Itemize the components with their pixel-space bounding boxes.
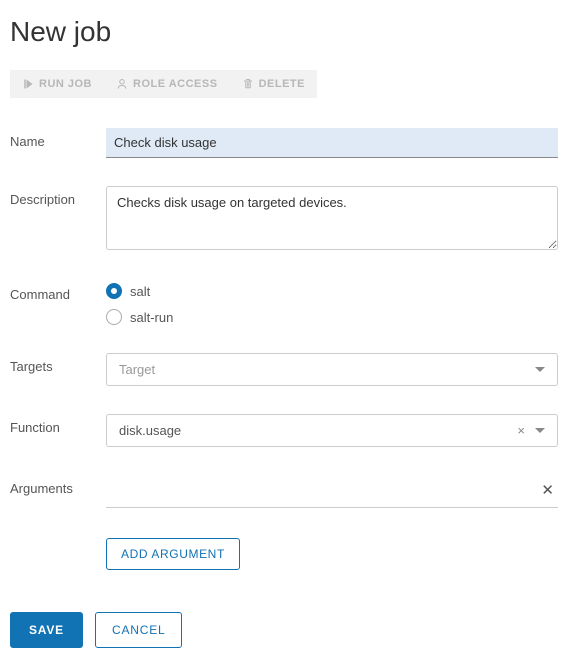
name-label: Name	[10, 128, 106, 149]
radio-unchecked-icon	[106, 309, 122, 325]
argument-row: ✕	[106, 475, 558, 508]
targets-placeholder: Target	[119, 362, 155, 377]
add-argument-button[interactable]: ADD ARGUMENT	[106, 538, 240, 570]
person-icon	[116, 78, 128, 90]
name-input[interactable]	[106, 128, 558, 158]
chevron-down-icon	[535, 428, 545, 433]
page-title: New job	[10, 16, 558, 48]
function-select[interactable]: disk.usage ×	[106, 414, 558, 447]
command-radio-group: salt salt-run	[106, 281, 558, 325]
save-button[interactable]: SAVE	[10, 612, 83, 648]
trash-icon	[242, 78, 254, 90]
radio-checked-icon	[106, 283, 122, 299]
delete-label: DELETE	[259, 78, 305, 90]
footer-actions: SAVE CANCEL	[10, 612, 558, 648]
function-value: disk.usage	[119, 423, 181, 438]
command-label: Command	[10, 281, 106, 302]
run-icon	[22, 78, 34, 90]
remove-argument-icon[interactable]: ✕	[541, 481, 558, 499]
cancel-button[interactable]: CANCEL	[95, 612, 182, 648]
description-textarea[interactable]: Checks disk usage on targeted devices.	[106, 186, 558, 250]
targets-label: Targets	[10, 353, 106, 374]
description-label: Description	[10, 186, 106, 207]
role-access-label: ROLE ACCESS	[133, 78, 218, 90]
radio-salt[interactable]: salt	[106, 283, 558, 299]
run-job-button[interactable]: RUN JOB	[10, 70, 104, 98]
targets-select[interactable]: Target	[106, 353, 558, 386]
chevron-down-icon	[535, 367, 545, 372]
run-job-label: RUN JOB	[39, 78, 92, 90]
function-label: Function	[10, 414, 106, 435]
radio-salt-run-label: salt-run	[130, 310, 173, 325]
radio-salt-run[interactable]: salt-run	[106, 309, 558, 325]
clear-function-icon[interactable]: ×	[517, 423, 525, 438]
toolbar: RUN JOB ROLE ACCESS DELETE	[10, 70, 558, 98]
radio-salt-label: salt	[130, 284, 150, 299]
role-access-button[interactable]: ROLE ACCESS	[104, 70, 230, 98]
arguments-label: Arguments	[10, 475, 106, 496]
delete-button[interactable]: DELETE	[230, 70, 317, 98]
